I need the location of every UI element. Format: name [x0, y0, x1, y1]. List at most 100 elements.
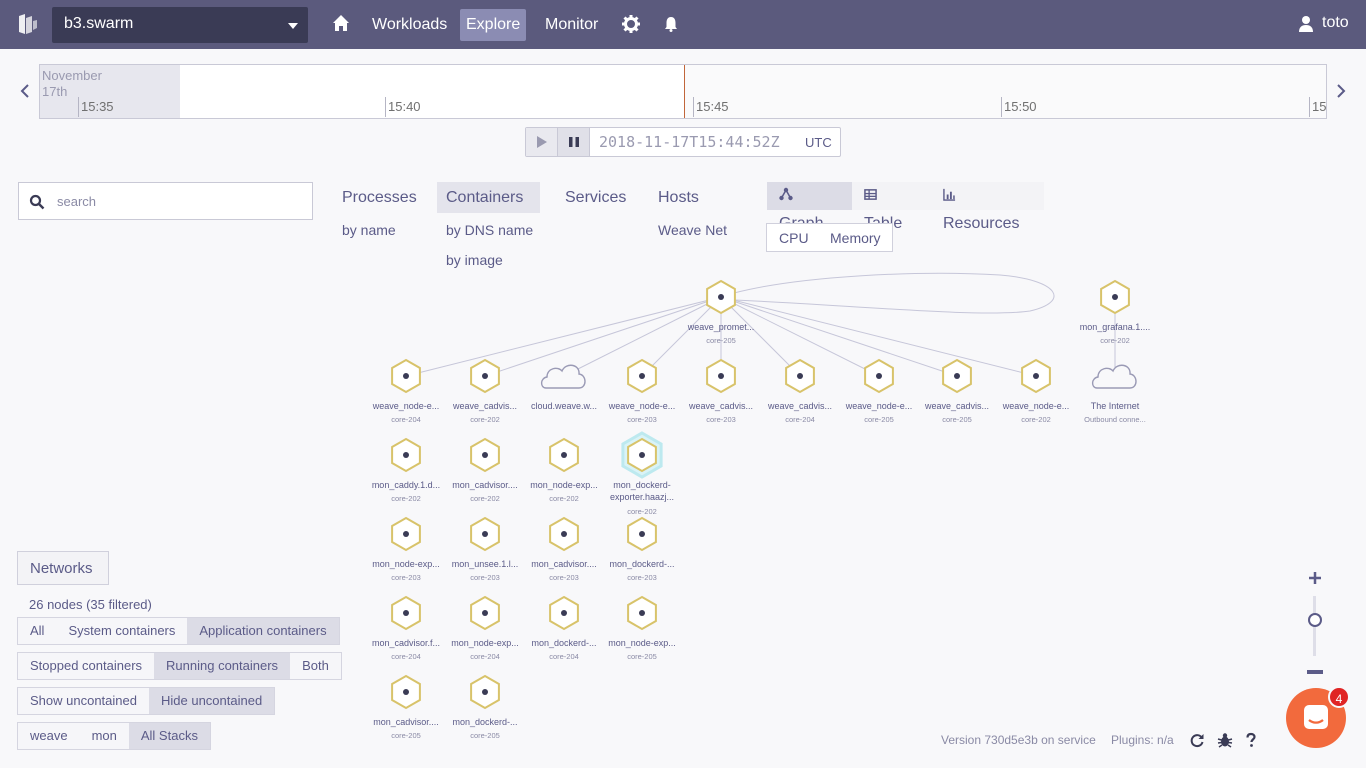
node-label[interactable]: weave_node-e... — [364, 401, 448, 411]
graph-edge — [405, 296, 722, 377]
node-label[interactable]: mon_node-exp... — [522, 480, 606, 490]
node-host-label: core-202 — [470, 415, 500, 424]
nav-monitor[interactable]: Monitor — [539, 9, 604, 41]
pause-button[interactable] — [558, 128, 590, 156]
topology-services[interactable]: Services — [556, 182, 635, 213]
node-label[interactable]: mon_grafana.1.... — [1073, 322, 1157, 332]
node-label[interactable]: mon_dockerd- — [600, 480, 684, 490]
filter-system-containers[interactable]: System containers — [56, 618, 187, 644]
filter-show-uncontained[interactable]: Show uncontained — [18, 688, 149, 714]
node-center-dot — [639, 373, 645, 379]
filter-all[interactable]: All — [18, 618, 56, 644]
node-label[interactable]: mon_cadvisor.f... — [364, 638, 448, 648]
node-label[interactable]: mon_caddy.1.d... — [364, 480, 448, 490]
timeline-next-icon[interactable] — [1335, 83, 1347, 99]
plugins-text: Plugins: n/a — [1111, 733, 1174, 747]
search-box[interactable] — [18, 182, 313, 220]
timeline[interactable]: November 17th 15:35 15:40 15:45 15:50 15… — [39, 64, 1327, 119]
metric-cpu[interactable]: CPU — [779, 230, 809, 246]
node-label[interactable]: weave_cadvis... — [679, 401, 763, 411]
node-host-label: core-204 — [785, 415, 815, 424]
view-resources-button[interactable]: Resources — [931, 182, 1044, 232]
filter-all-stacks[interactable]: All Stacks — [128, 723, 210, 749]
cloud-node-icon[interactable] — [1091, 364, 1137, 389]
node-host-label: core-205 — [706, 336, 736, 345]
bar-chart-icon — [943, 188, 956, 201]
filter-running-containers[interactable]: Running containers — [154, 653, 291, 679]
refresh-icon[interactable] — [1189, 732, 1205, 748]
topology-containers[interactable]: Containers — [437, 182, 540, 213]
cluster-select[interactable]: b3.swarm — [52, 7, 308, 43]
metric-memory[interactable]: Memory — [830, 230, 881, 246]
zoom-in-icon[interactable] — [1307, 570, 1323, 586]
timeline-tick: 15:50 — [1001, 97, 1037, 117]
filter-application-containers[interactable]: Application containers — [187, 618, 339, 644]
filter-stopped-containers[interactable]: Stopped containers — [18, 653, 154, 679]
timeline-day: 17th — [42, 84, 68, 99]
node-label[interactable]: The Internet — [1073, 401, 1157, 411]
node-label[interactable]: weave_cadvis... — [915, 401, 999, 411]
timeline-month: November — [42, 68, 102, 83]
view-graph-button[interactable]: Graph — [767, 182, 852, 232]
node-label[interactable]: weave_node-e... — [837, 401, 921, 411]
node-label[interactable]: mon_unsee.1.l... — [443, 559, 527, 569]
weave-logo-icon[interactable] — [16, 12, 38, 36]
filter-mon[interactable]: mon — [80, 723, 129, 749]
node-label-line2[interactable]: exporter.haazj... — [600, 492, 684, 502]
topology-processes-by-name[interactable]: by name — [342, 222, 396, 238]
cloud-node-icon[interactable] — [540, 364, 586, 389]
node-label[interactable]: mon_node-exp... — [364, 559, 448, 569]
user-name[interactable]: toto — [1322, 14, 1349, 32]
node-label[interactable]: mon_dockerd-... — [522, 638, 606, 648]
nav-explore[interactable]: Explore — [460, 9, 527, 41]
node-label[interactable]: weave_cadvis... — [758, 401, 842, 411]
node-host-label: core-203 — [706, 415, 736, 424]
node-label[interactable]: mon_dockerd-... — [443, 717, 527, 727]
timeline-cursor[interactable] — [684, 65, 685, 118]
cluster-name: b3.swarm — [64, 15, 134, 32]
node-host-label: core-202 — [391, 494, 421, 503]
bell-icon[interactable] — [664, 16, 678, 32]
node-label[interactable]: cloud.weave.w... — [522, 401, 606, 411]
filter-uncontained: Show uncontained Hide uncontained — [17, 687, 276, 715]
timestamp-input[interactable]: 2018-11-17T15:44:52Z — [599, 133, 780, 151]
bug-icon[interactable] — [1217, 732, 1233, 748]
node-label[interactable]: mon_cadvisor.... — [364, 717, 448, 727]
nav-workloads[interactable]: Workloads — [366, 9, 453, 41]
timezone-label: UTC — [805, 135, 832, 150]
node-center-dot — [403, 452, 409, 458]
node-host-label: core-203 — [470, 573, 500, 582]
networks-button[interactable]: Networks — [17, 551, 109, 585]
node-label[interactable]: mon_cadvisor.... — [443, 480, 527, 490]
node-label[interactable]: mon_node-exp... — [443, 638, 527, 648]
node-label[interactable]: weave_node-e... — [994, 401, 1078, 411]
filter-both[interactable]: Both — [290, 653, 341, 679]
node-host-label: core-204 — [549, 652, 579, 661]
node-host-label: core-204 — [391, 415, 421, 424]
user-icon[interactable] — [1298, 15, 1314, 33]
node-label[interactable]: weave_cadvis... — [443, 401, 527, 411]
help-icon[interactable] — [1243, 732, 1259, 748]
play-button[interactable] — [526, 128, 558, 156]
search-input[interactable] — [57, 191, 297, 211]
zoom-out-icon[interactable] — [1307, 670, 1323, 674]
node-center-dot — [954, 373, 960, 379]
node-label[interactable]: mon_cadvisor.... — [522, 559, 606, 569]
gear-icon[interactable] — [622, 15, 640, 33]
node-host-label: core-202 — [549, 494, 579, 503]
node-label[interactable]: mon_dockerd-... — [600, 559, 684, 569]
home-icon[interactable] — [332, 14, 350, 32]
node-label[interactable]: mon_node-exp... — [600, 638, 684, 648]
node-label[interactable]: weave_promet... — [679, 322, 763, 332]
topology-containers-by-dns[interactable]: by DNS name — [446, 222, 533, 238]
filter-weave[interactable]: weave — [18, 723, 80, 749]
timeline-prev-icon[interactable] — [19, 83, 31, 99]
node-label[interactable]: weave_node-e... — [600, 401, 684, 411]
filter-hide-uncontained[interactable]: Hide uncontained — [148, 688, 275, 714]
view-table-button[interactable]: Table — [852, 182, 931, 232]
topology-hosts[interactable]: Hosts — [649, 182, 708, 213]
node-center-dot — [1112, 294, 1118, 300]
topology-hosts-weave-net[interactable]: Weave Net — [658, 222, 727, 238]
zoom-slider-handle[interactable] — [1308, 613, 1322, 627]
topology-processes[interactable]: Processes — [333, 182, 426, 213]
